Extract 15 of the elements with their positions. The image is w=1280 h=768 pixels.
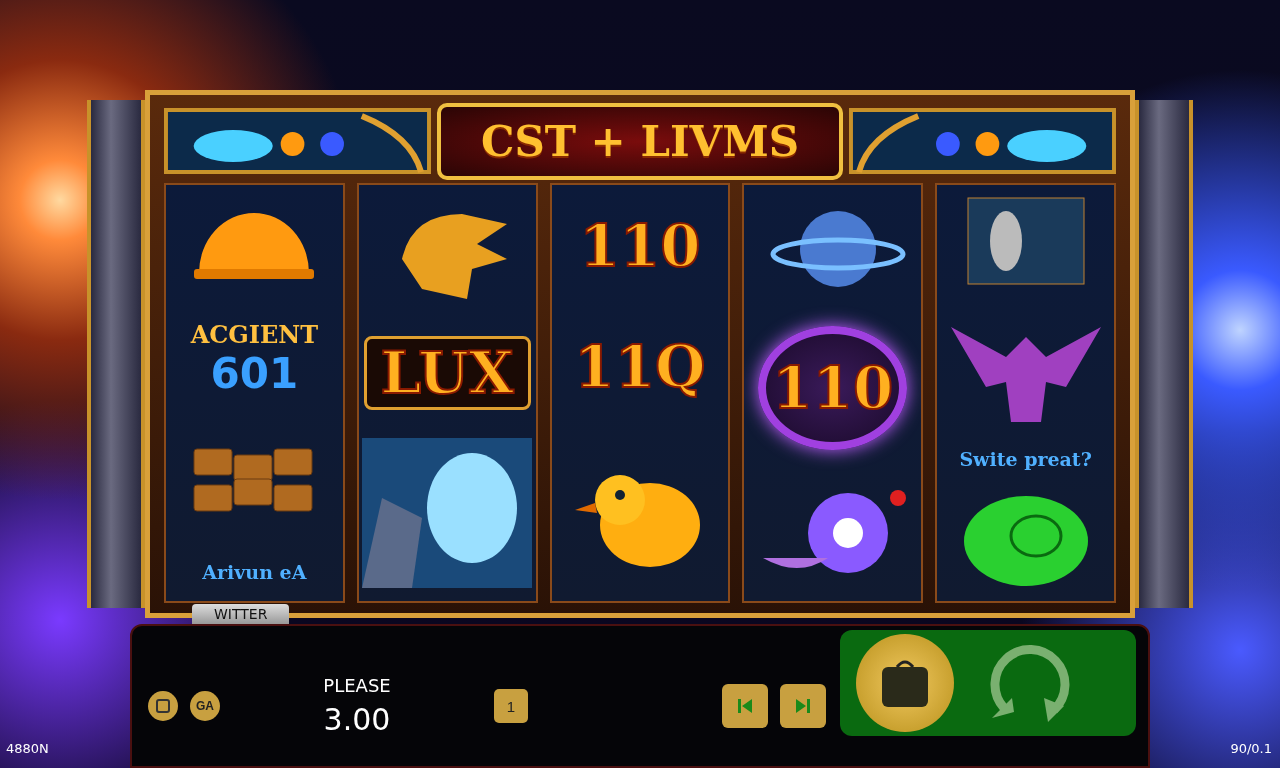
lines-button[interactable]: 1 <box>494 689 528 724</box>
corner-text: 4880N <box>6 741 49 756</box>
reel-symbol-badge: LUX <box>363 336 531 411</box>
bet-label: PLEASE <box>323 675 391 697</box>
reel-symbol-ring: 110 <box>758 326 908 451</box>
coin-button[interactable]: GA <box>190 691 220 722</box>
reel-symbol-number: 110 <box>579 211 701 280</box>
reel-symbol-caption: Swite preat? <box>959 447 1092 470</box>
reel-symbol-caption: Arivun eA <box>202 561 307 584</box>
reel-symbol-number: 11Q <box>574 333 706 402</box>
logo-title: ACGIENT <box>190 319 319 349</box>
logo-number: 601 <box>210 348 299 398</box>
corner-text: 90/0.1 <box>1230 741 1272 756</box>
bet-value: 3.00 <box>323 702 391 738</box>
game-title: CST + LIVMS <box>437 102 844 180</box>
